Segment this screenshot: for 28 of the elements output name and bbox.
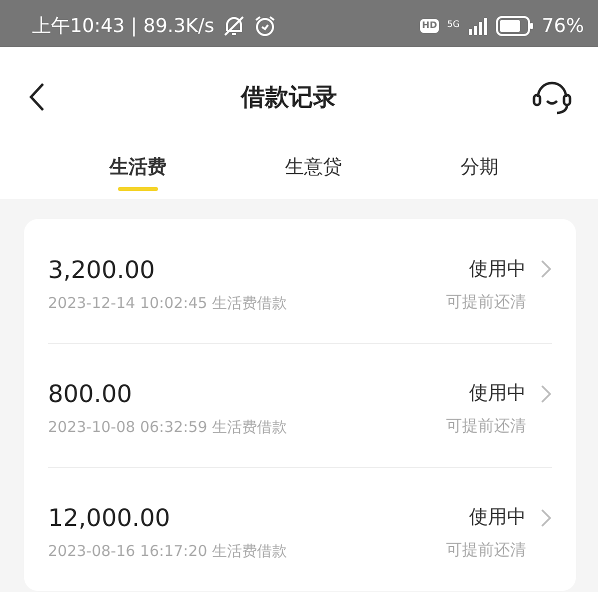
loan-status: 使用中 (469, 256, 526, 282)
network-label: 5G (447, 21, 460, 30)
loan-note: 可提前还清 (446, 416, 526, 437)
loan-amount: 12,000.00 (48, 504, 172, 532)
loan-status: 使用中 (469, 381, 526, 406)
loan-note: 可提前还清 (446, 292, 526, 312)
battery-percent: 76% (542, 14, 584, 36)
tab[interactable]: 分期 (450, 147, 509, 187)
loan-amount: 800.00 (48, 380, 133, 408)
back-icon[interactable] (28, 82, 46, 112)
chevron-icon[interactable] (540, 259, 552, 279)
loan-note: 可提前还清 (446, 540, 526, 561)
loan-amount: 3,200.00 (48, 256, 156, 284)
tab[interactable]: 生意贷 (274, 147, 352, 187)
loan-detail: 2023-08-16 16:17:20 生活费借款 (48, 542, 288, 561)
hd-badge: HD (420, 18, 440, 32)
headset-icon[interactable] (532, 79, 572, 115)
loan-status: 使用中 (469, 505, 526, 530)
status-time: 上午10:43 | 89.3K/s (32, 14, 214, 38)
alarm-icon (254, 14, 276, 36)
page-title: 借款记录 (241, 82, 337, 113)
chevron-icon[interactable] (540, 384, 552, 404)
loan-detail: 2023-10-08 06:32:59 生活费借款 (48, 418, 288, 437)
mute-icon (222, 14, 246, 36)
chevron-icon[interactable] (540, 508, 552, 528)
signal-icon (468, 16, 488, 34)
battery-icon (496, 16, 534, 36)
loan-detail: 2023-12-14 10:02:45 生活费借款 (48, 294, 288, 312)
